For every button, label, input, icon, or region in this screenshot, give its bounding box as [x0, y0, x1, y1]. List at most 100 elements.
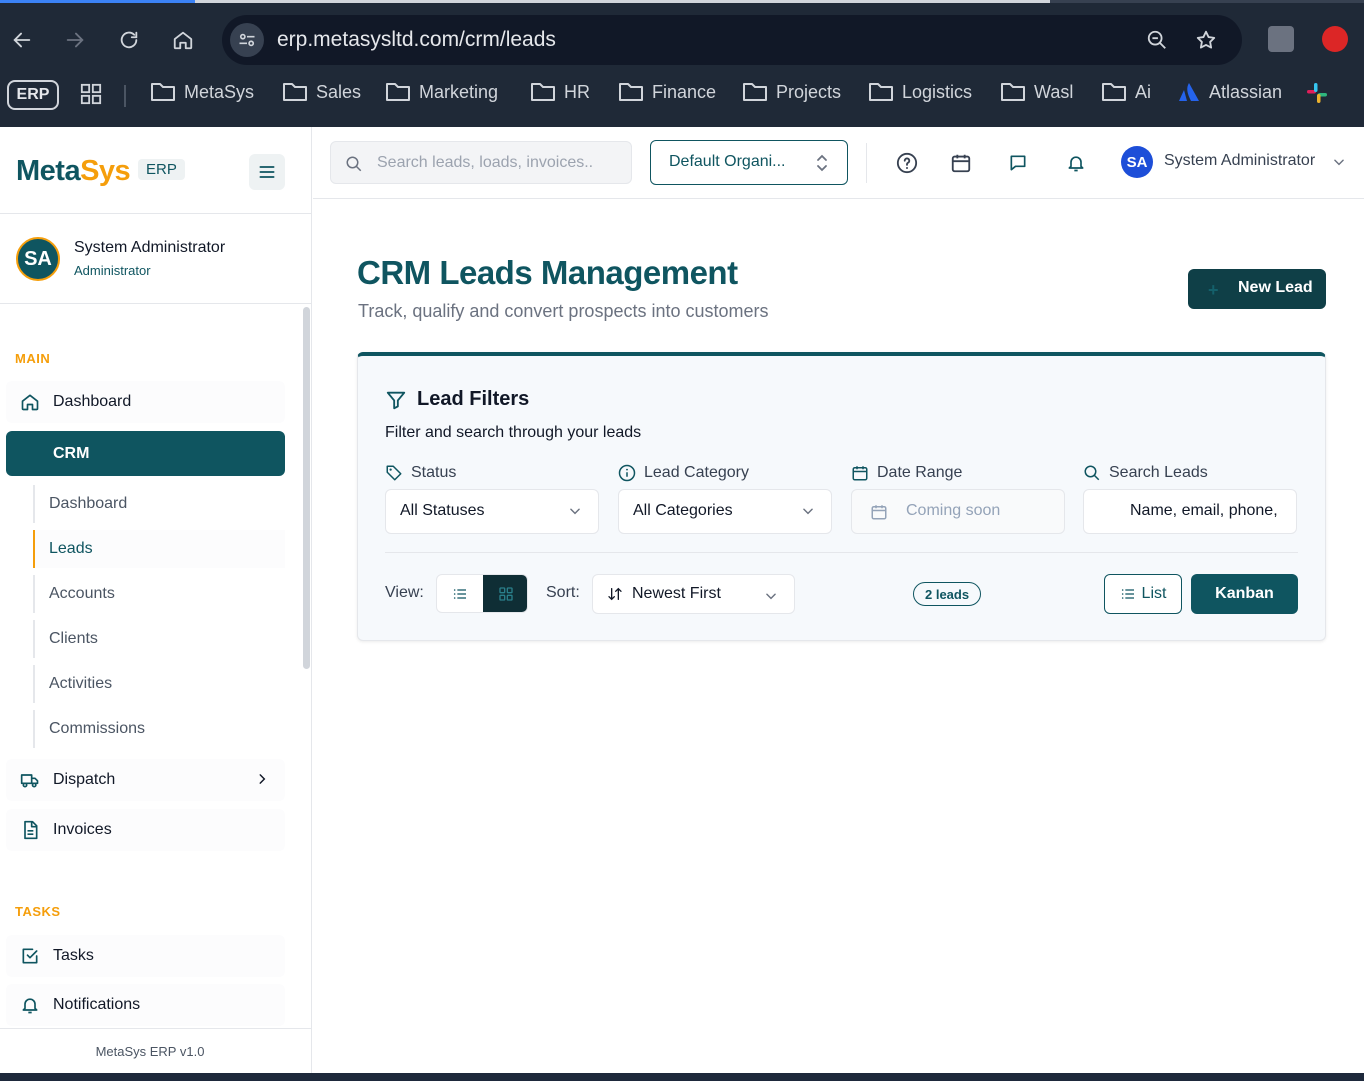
page-subtitle: Track, qualify and convert prospects int…: [358, 301, 769, 321]
new-lead-button[interactable]: + New Lead: [1188, 269, 1326, 309]
sidebar-item-invoices[interactable]: Invoices: [6, 809, 285, 851]
chevron-down-icon[interactable]: [1332, 155, 1346, 169]
bookmark-slack[interactable]: [1305, 81, 1329, 105]
bookmark-star-icon[interactable]: [1191, 25, 1221, 55]
erp-badge: ERP: [138, 159, 185, 180]
search-placeholder: Search leads, loads, invoices..: [377, 154, 594, 171]
tab-strip-right: [1050, 0, 1364, 3]
avatar[interactable]: SA: [1121, 146, 1153, 178]
apps-grid-icon[interactable]: [80, 83, 102, 110]
list-view-toggle[interactable]: [437, 575, 483, 612]
bookmark-folder-projects[interactable]: Projects: [742, 81, 841, 103]
section-label-main: MAIN: [15, 351, 51, 366]
bookmark-folder-wasl[interactable]: Wasl: [1000, 81, 1073, 103]
folder-icon: [386, 83, 410, 101]
menu-toggle-button[interactable]: [249, 154, 285, 190]
calendar-icon[interactable]: [948, 150, 974, 176]
user-name: System Administrator: [74, 239, 226, 256]
sidebar-subitem-commissions[interactable]: Commissions: [33, 710, 285, 748]
sidebar-subitem-leads[interactable]: Leads: [33, 530, 285, 568]
list-icon: [453, 588, 466, 599]
site-settings-icon[interactable]: [230, 23, 264, 57]
home-icon: [173, 31, 193, 50]
filter-icon: [386, 391, 406, 410]
reload-icon: [120, 31, 138, 49]
hubspot-extension-icon[interactable]: [1268, 26, 1294, 52]
grid-view-toggle[interactable]: [483, 575, 527, 612]
folder-icon: [151, 83, 175, 101]
bookmark-folder-ai[interactable]: Ai: [1101, 81, 1151, 103]
folder-icon: [869, 83, 893, 101]
sidebar-item-dashboard[interactable]: Dashboard: [6, 381, 285, 423]
divider: [866, 143, 867, 183]
user-menu-name[interactable]: System Administrator: [1164, 152, 1315, 170]
arrow-left-icon: [13, 32, 31, 48]
bookmark-folder-marketing[interactable]: Marketing: [385, 81, 498, 103]
home-button[interactable]: [167, 24, 199, 56]
bookmark-atlassian[interactable]: Atlassian: [1177, 81, 1282, 103]
sort-select[interactable]: Newest First: [592, 574, 795, 614]
view-label: View:: [385, 584, 424, 601]
calendar-icon: [871, 505, 887, 520]
category-label: Lead Category: [618, 464, 749, 482]
sidebar-item-tasks[interactable]: Tasks: [6, 935, 285, 977]
sidebar-subitem-dashboard[interactable]: Dashboard: [33, 485, 285, 523]
sidebar-subitem-clients[interactable]: Clients: [33, 620, 285, 658]
filters-subtitle: Filter and search through your leads: [385, 424, 642, 441]
global-search-input[interactable]: Search leads, loads, invoices..: [330, 141, 632, 184]
zoom-icon[interactable]: [1142, 25, 1172, 55]
os-taskbar: [0, 1073, 1364, 1081]
list-icon: [1121, 589, 1134, 599]
bookmark-folder-logistics[interactable]: Logistics: [868, 81, 972, 103]
back-button[interactable]: [6, 24, 38, 56]
search-leads-input[interactable]: Name, email, phone,: [1083, 489, 1297, 534]
help-icon[interactable]: [894, 150, 920, 176]
reload-button[interactable]: [113, 24, 145, 56]
plus-icon: +: [1208, 280, 1219, 300]
kanban-button[interactable]: Kanban: [1191, 574, 1298, 614]
status-select[interactable]: All Statuses: [385, 489, 599, 534]
forward-button[interactable]: [59, 24, 91, 56]
bookmark-folder-hr[interactable]: HR: [530, 81, 590, 103]
sort-label: Sort:: [546, 584, 580, 601]
sidebar-subitem-activities[interactable]: Activities: [33, 665, 285, 703]
slack-icon: [1307, 83, 1327, 103]
chevron-up-down-icon: [817, 154, 827, 172]
category-select[interactable]: All Categories: [618, 489, 832, 534]
bookmark-folder-finance[interactable]: Finance: [618, 81, 716, 103]
avatar[interactable]: SA: [16, 237, 60, 281]
sidebar-subitem-accounts[interactable]: Accounts: [33, 575, 285, 613]
app-logo[interactable]: MetaSys: [16, 155, 131, 188]
truck-icon: [20, 774, 39, 788]
check-square-icon: [22, 948, 38, 964]
page-title: CRM Leads Management: [357, 254, 738, 291]
bookmarks-bar: ERP MetaSys Sales Marketing HR Finance P…: [0, 75, 1364, 115]
sort-icon: [608, 587, 622, 601]
section-label-tasks: TASKS: [15, 904, 61, 919]
url-text[interactable]: erp.metasysltd.com/crm/leads: [277, 28, 556, 52]
date-range-label: Date Range: [851, 464, 962, 482]
stop-hand-extension-icon[interactable]: [1322, 26, 1348, 52]
list-button[interactable]: List: [1104, 574, 1182, 614]
chevron-down-icon: [570, 508, 580, 515]
bookmark-folder-sales[interactable]: Sales: [282, 81, 361, 103]
bookmark-folder-metasys[interactable]: MetaSys: [150, 81, 254, 103]
search-icon: [1084, 465, 1100, 481]
view-toggle: [436, 574, 528, 613]
bell-icon[interactable]: [1063, 150, 1089, 176]
active-tab-indicator: [195, 0, 1050, 3]
file-text-icon: [24, 820, 38, 840]
sidebar-item-crm[interactable]: CRM: [6, 431, 285, 476]
sidebar-item-notifications[interactable]: Notifications: [6, 984, 285, 1026]
folder-icon: [1001, 83, 1025, 101]
organization-selector[interactable]: Default Organi...: [650, 140, 848, 185]
divider: [0, 213, 312, 214]
home-icon: [21, 394, 39, 411]
sidebar-item-dispatch[interactable]: Dispatch: [6, 759, 285, 801]
message-icon[interactable]: [1005, 150, 1031, 176]
sidebar-scrollbar[interactable]: [303, 307, 310, 669]
status-label: Status: [385, 464, 456, 482]
address-bar[interactable]: erp.metasysltd.com/crm/leads: [222, 15, 1242, 65]
chevron-down-icon: [766, 593, 776, 600]
bookmark-erp[interactable]: ERP: [7, 80, 59, 110]
